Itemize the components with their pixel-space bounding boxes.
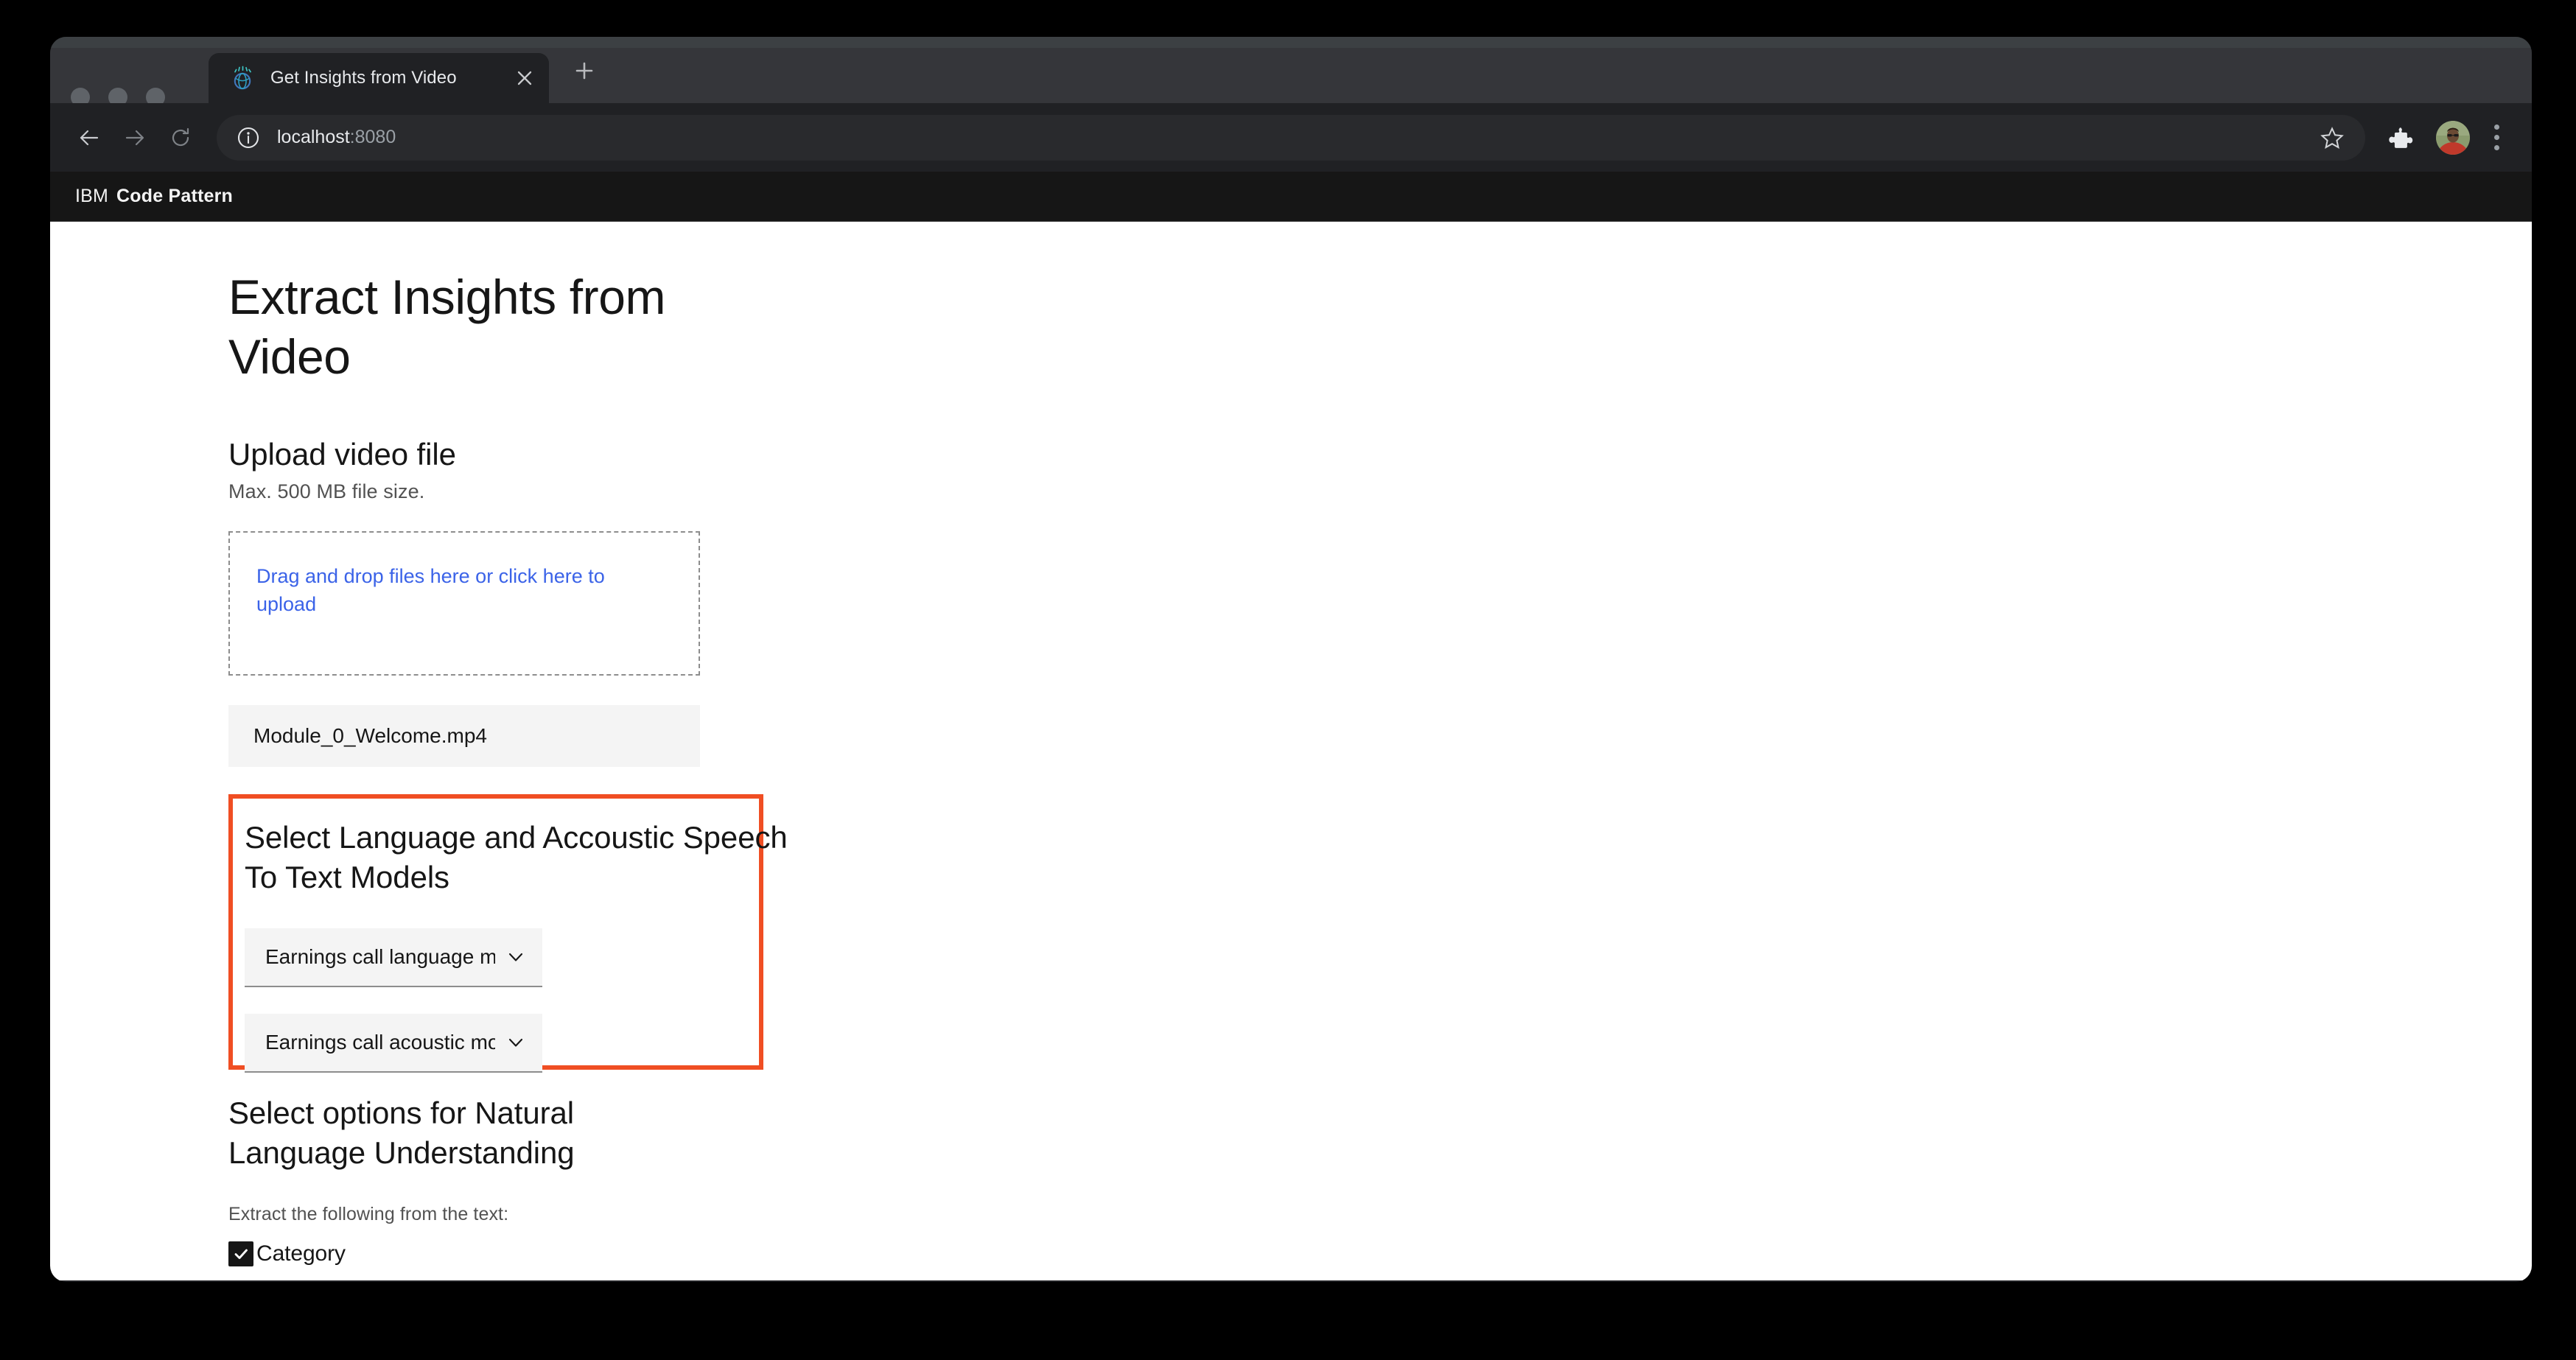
nlu-option-label: Category	[256, 1241, 346, 1266]
browser-toolbar: localhost:8080	[50, 103, 2532, 172]
star-icon[interactable]	[2314, 119, 2351, 156]
chevron-down-icon	[503, 944, 529, 970]
watson-orb-icon	[234, 66, 251, 90]
page-title: Extract Insights from Video	[228, 270, 666, 384]
url-host: localhost	[277, 127, 350, 147]
nlu-heading: Select options for Natural Language Unde…	[228, 1095, 575, 1170]
window-title-bar	[50, 37, 2532, 48]
plus-icon[interactable]	[566, 52, 603, 89]
acoustic-model-dropdown[interactable]: Earnings call acoustic mo	[245, 1014, 542, 1073]
language-model-value: Earnings call language m	[265, 945, 495, 969]
forward-arrow-icon[interactable]	[112, 115, 158, 161]
language-model-dropdown[interactable]: Earnings call language m	[245, 928, 542, 988]
app-name: Code Pattern	[116, 186, 234, 206]
browser-tab-strip: Get Insights from Video	[50, 37, 2532, 107]
puzzle-piece-icon[interactable]	[2379, 115, 2424, 161]
browser-window: Get Insights from Video localhost:8080 I…	[50, 37, 2532, 1282]
app-brand[interactable]: IBM Code Pattern	[75, 186, 233, 207]
address-bar-url: localhost:8080	[277, 127, 2314, 148]
upload-video-section: Upload video file Max. 500 MB file size.…	[228, 435, 1260, 767]
nlu-option-category[interactable]: Category	[228, 1241, 1260, 1267]
chevron-down-icon	[503, 1029, 529, 1056]
back-arrow-icon[interactable]	[66, 115, 112, 161]
uploaded-file-name: Module_0_Welcome.mp4	[253, 723, 487, 747]
browser-tab[interactable]: Get Insights from Video	[209, 53, 549, 103]
ibm-logo-text: IBM	[75, 186, 109, 206]
url-port: :8080	[349, 127, 396, 147]
close-icon[interactable]	[508, 61, 542, 95]
three-dot-menu-icon[interactable]	[2477, 115, 2516, 161]
app-header: IBM Code Pattern	[50, 172, 2532, 222]
upload-helper-text: Max. 500 MB file size.	[228, 480, 425, 502]
browser-tab-title: Get Insights from Video	[270, 68, 457, 88]
profile-avatar[interactable]	[2436, 120, 2470, 155]
nlu-helper-text: Extract the following from the text:	[228, 1204, 509, 1225]
info-circle-icon[interactable]	[236, 125, 261, 150]
checkbox-checked-icon[interactable]	[228, 1241, 253, 1267]
page-content: Extract Insights from Video Upload video…	[50, 222, 2532, 1280]
uploaded-file-item[interactable]: Module_0_Welcome.mp4	[228, 704, 700, 767]
upload-heading: Upload video file	[228, 437, 456, 472]
address-bar[interactable]: localhost:8080	[217, 114, 2365, 161]
acoustic-model-value: Earnings call acoustic mo	[265, 1031, 495, 1054]
reload-icon[interactable]	[158, 115, 203, 161]
speech-to-text-heading: Select Language and Accoustic Speech To …	[245, 819, 788, 894]
file-dropzone[interactable]: Drag and drop files here or click here t…	[228, 530, 700, 676]
dropzone-label: Drag and drop files here or click here t…	[256, 564, 605, 616]
nlu-options-section: Select options for Natural Language Unde…	[228, 1093, 1260, 1280]
speech-to-text-section: Select Language and Accoustic Speech To …	[228, 793, 788, 1073]
